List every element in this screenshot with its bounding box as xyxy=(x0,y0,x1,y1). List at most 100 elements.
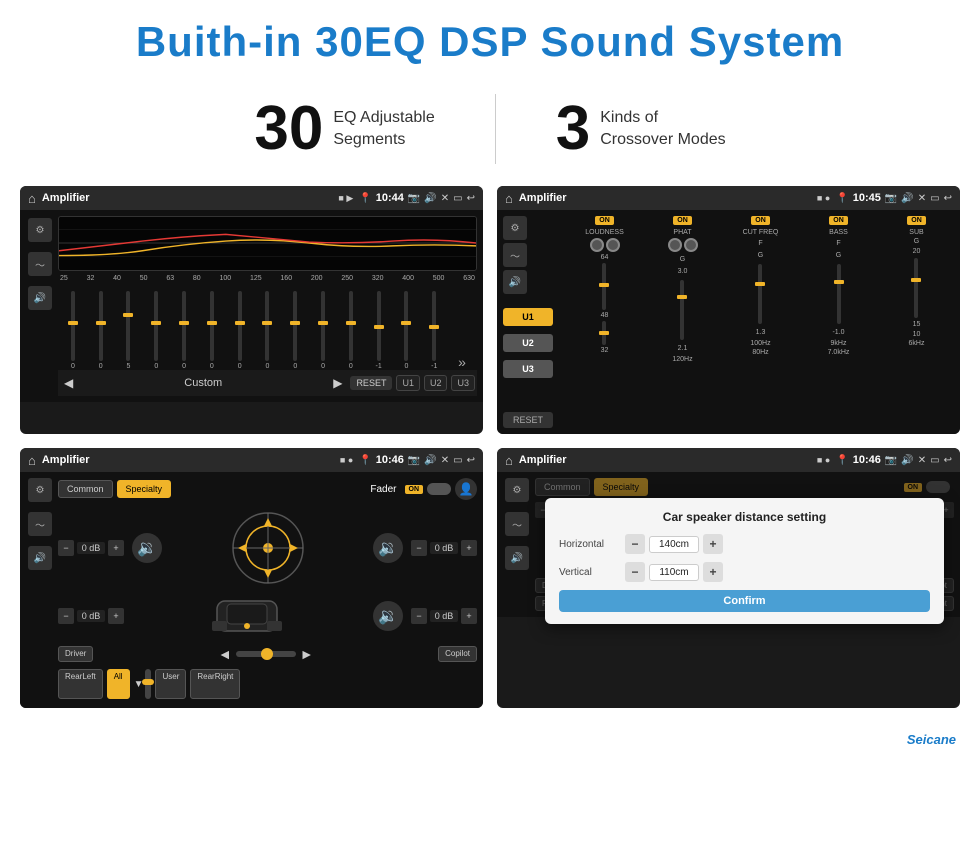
stat-crossover-number: 3 xyxy=(556,98,590,160)
eq-next-btn[interactable]: ▶ xyxy=(329,374,346,392)
dist-h-value: 140cm xyxy=(649,536,699,553)
dist-h-plus-btn[interactable]: + xyxy=(703,534,723,554)
eq-u2-btn[interactable]: U2 xyxy=(424,375,448,391)
loudness-knob-2[interactable] xyxy=(606,238,620,252)
seat-all-btn[interactable]: All xyxy=(107,669,130,699)
dist-status-bar: ⌂ Amplifier ■ ● 📍 10:46 📷 🔊 ✕ ▭ ↩ xyxy=(497,448,960,472)
speaker-rl-ctrl: − 0 dB + xyxy=(58,608,124,624)
cross-u1-btn[interactable]: U1 xyxy=(503,308,553,326)
rr-plus-btn[interactable]: + xyxy=(461,608,477,624)
eq-volume-btn[interactable]: 🔊 xyxy=(28,286,52,310)
fader-tab-common[interactable]: Common xyxy=(58,480,113,498)
watermark-text: Seicane xyxy=(907,732,956,747)
dist-confirm-btn[interactable]: Confirm xyxy=(559,590,930,612)
fr-plus-btn[interactable]: + xyxy=(461,540,477,556)
stat-eq: 30 EQ Adjustable Segments xyxy=(194,98,494,160)
fr-minus-btn[interactable]: − xyxy=(411,540,427,556)
dist-tab-specialty[interactable]: Specialty xyxy=(594,478,649,496)
cross-left-panel: ⚙ 〜 🔊 U1 U2 U3 RESET xyxy=(503,216,563,428)
eq-reset-btn[interactable]: RESET xyxy=(350,376,392,390)
dist-v-plus-btn[interactable]: + xyxy=(703,562,723,582)
eq-u3-btn[interactable]: U3 xyxy=(451,375,475,391)
fader-wave-btn[interactable]: 〜 xyxy=(28,512,52,536)
seat-slider[interactable] xyxy=(236,651,296,657)
cross-wave-btn[interactable]: 〜 xyxy=(503,243,527,267)
seat-user-btn[interactable]: User xyxy=(155,669,186,699)
fader-home-icon[interactable]: ⌂ xyxy=(28,453,36,468)
fader-camera-icon: 📷 xyxy=(408,455,420,466)
rl-plus-btn[interactable]: + xyxy=(108,608,124,624)
back-icon[interactable]: ↩ xyxy=(467,193,475,204)
cross-time: 10:45 xyxy=(853,192,881,204)
eq-filter-btn[interactable]: ⚙ xyxy=(28,218,52,242)
dist-home-icon[interactable]: ⌂ xyxy=(505,453,513,468)
seat-vslider[interactable] xyxy=(145,669,151,699)
cutfreq-label: CUT FREQ xyxy=(743,229,779,236)
seat-copilot-btn[interactable]: Copilot xyxy=(438,646,477,662)
eq-status-bar: ⌂ Amplifier ■ ▶ 📍 10:44 📷 🔊 ✕ ▭ ↩ xyxy=(20,186,483,210)
seat-driver-btn[interactable]: Driver xyxy=(58,646,93,662)
dist-vol-btn[interactable]: 🔊 xyxy=(505,546,529,570)
sub-on-badge: ON xyxy=(907,216,926,225)
eq-main: 25 32 40 50 63 80 100 125 160 200 250 32… xyxy=(58,216,477,396)
fader-filter-btn[interactable]: ⚙ xyxy=(28,478,52,502)
sub-label: SUB xyxy=(909,229,923,236)
cross-side-controls: ⚙ 〜 🔊 xyxy=(503,216,563,294)
bass-on-badge: ON xyxy=(829,216,848,225)
fader-close-icon[interactable]: ✕ xyxy=(441,455,449,466)
eq-record-icon: ■ ▶ xyxy=(338,193,353,204)
cross-filter-btn[interactable]: ⚙ xyxy=(503,216,527,240)
crosshair-container xyxy=(170,508,365,588)
speaker-fl-icon: 🔉 xyxy=(132,533,162,563)
eq-u1-btn[interactable]: U1 xyxy=(396,375,420,391)
fader-vol-btn[interactable]: 🔊 xyxy=(28,546,52,570)
fl-plus-btn[interactable]: + xyxy=(108,540,124,556)
seat-rearright-btn[interactable]: RearRight xyxy=(190,669,240,699)
cross-u3-btn[interactable]: U3 xyxy=(503,360,553,378)
dist-v-minus-btn[interactable]: − xyxy=(625,562,645,582)
fl-minus-btn[interactable]: − xyxy=(58,540,74,556)
fader-back-icon[interactable]: ↩ xyxy=(467,455,475,466)
dist-volume-icon: 🔊 xyxy=(901,455,913,466)
loudness-label: LOUDNESS xyxy=(585,229,624,236)
eq-body: ⚙ 〜 🔊 xyxy=(20,210,483,402)
close-icon[interactable]: ✕ xyxy=(441,193,449,204)
phat-knob-1[interactable] xyxy=(668,238,682,252)
cross-back-icon[interactable]: ↩ xyxy=(944,193,952,204)
phat-knob-2[interactable] xyxy=(684,238,698,252)
eq-slider-expand[interactable]: » xyxy=(449,354,475,370)
dist-h-minus-btn[interactable]: − xyxy=(625,534,645,554)
fader-tab-specialty[interactable]: Specialty xyxy=(117,480,172,498)
fader-body: ⚙ 〜 🔊 Common Specialty Fader ON 👤 xyxy=(20,472,483,708)
eq-prev-btn[interactable]: ◀ xyxy=(60,374,77,392)
cross-u2-btn[interactable]: U2 xyxy=(503,334,553,352)
dist-horizontal-label: Horizontal xyxy=(559,539,619,550)
eq-wave-btn[interactable]: 〜 xyxy=(28,252,52,276)
rl-minus-btn[interactable]: − xyxy=(58,608,74,624)
fader-record-icon: ■ ● xyxy=(340,455,353,465)
slider-left-arrow[interactable]: ◄ xyxy=(218,646,232,662)
cutfreq-on-badge: ON xyxy=(751,216,770,225)
cross-close-icon[interactable]: ✕ xyxy=(918,193,926,204)
loudness-knobs xyxy=(590,238,620,252)
dist-filter-btn[interactable]: ⚙ xyxy=(505,478,529,502)
home-icon[interactable]: ⌂ xyxy=(28,191,36,206)
cross-vol-btn[interactable]: 🔊 xyxy=(503,270,527,294)
slider-right-arrow[interactable]: ► xyxy=(300,646,314,662)
dist-back-icon[interactable]: ↩ xyxy=(944,455,952,466)
dist-wave-btn[interactable]: 〜 xyxy=(505,512,529,536)
dist-tab-common[interactable]: Common xyxy=(535,478,590,496)
speaker-fl-ctrl: − 0 dB + xyxy=(58,540,124,556)
dist-close-icon[interactable]: ✕ xyxy=(918,455,926,466)
stat-eq-number: 30 xyxy=(254,98,323,160)
cross-reset-btn[interactable]: RESET xyxy=(503,412,553,428)
rr-minus-btn[interactable]: − xyxy=(411,608,427,624)
cross-home-icon[interactable]: ⌂ xyxy=(505,191,513,206)
seat-rearleft-btn[interactable]: RearLeft xyxy=(58,669,103,699)
loudness-knob-1[interactable] xyxy=(590,238,604,252)
bass-fader: F G -1.0 xyxy=(832,238,844,338)
dist-toggle[interactable] xyxy=(926,481,950,493)
eq-slider-2: 5 xyxy=(116,291,142,370)
fader-toggle[interactable] xyxy=(427,483,451,495)
cross-preset-panel: U1 U2 U3 RESET xyxy=(503,308,553,428)
